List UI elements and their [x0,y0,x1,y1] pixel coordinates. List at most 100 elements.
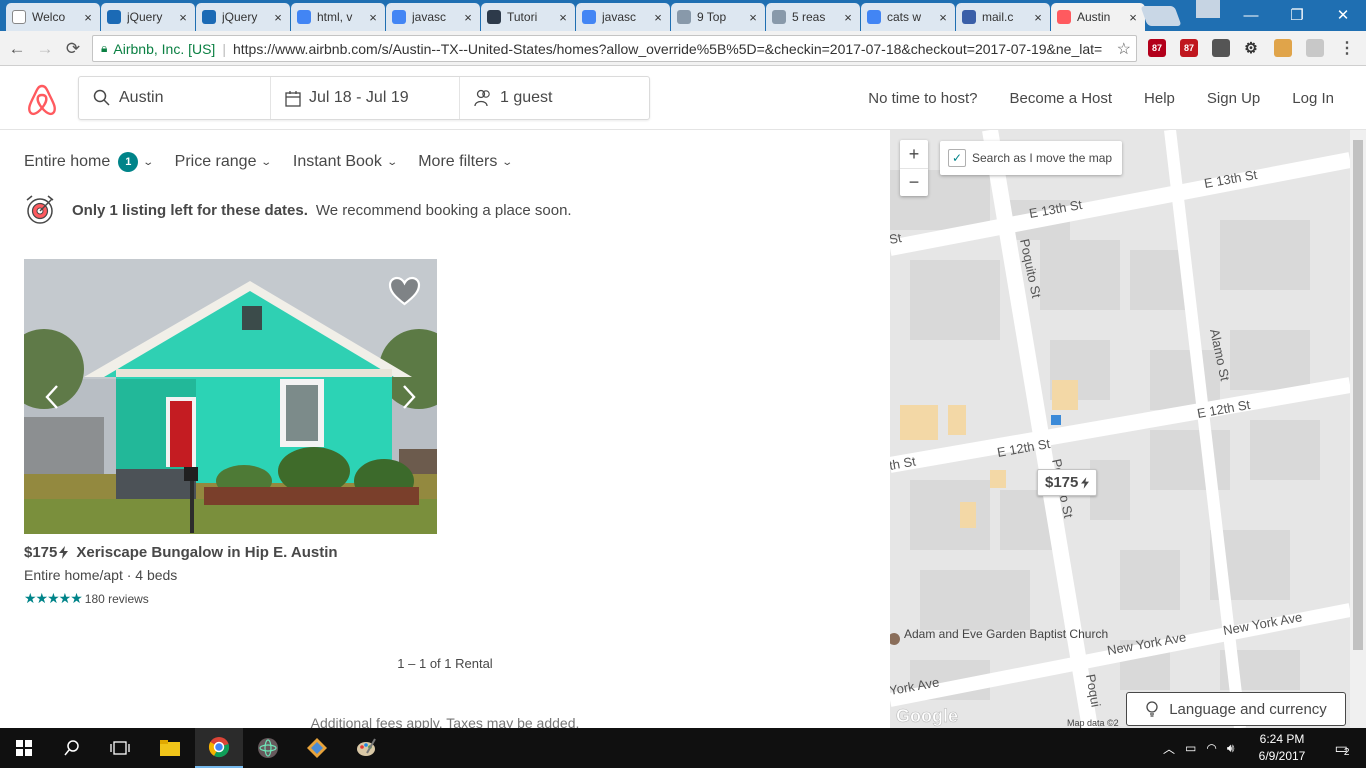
address-bar[interactable]: 🔒︎ Airbnb, Inc. [US] | https://www.airbn… [92,35,1137,62]
browser-tab[interactable]: mail.c × [956,3,1050,31]
system-clock[interactable]: 6:24 PM 6/9/2017 [1252,731,1312,765]
airbnb-logo-icon[interactable] [26,83,58,117]
listing-price: $175 [24,544,58,561]
entire-home-filter[interactable]: Entire home 1 ⌄ [24,152,154,172]
windows-start-icon[interactable] [0,728,48,768]
browser-tab[interactable]: javasc × [386,3,480,31]
maximize-button[interactable]: ❐ [1274,0,1320,30]
results-count: 1 – 1 of 1 Rental [397,656,493,671]
tab-title: cats w [887,10,922,24]
close-tab-icon[interactable]: × [1032,10,1044,25]
bookmark-star-icon[interactable]: ☆ [1117,39,1131,59]
close-tab-icon[interactable]: × [1127,10,1139,25]
close-tab-icon[interactable]: × [652,10,664,25]
close-window-button[interactable]: ✕ [1320,0,1366,30]
extension-icon[interactable]: 87 [1180,39,1198,57]
map-panel[interactable]: E 13th St E 13th St St Poquito St Alamo … [890,130,1350,728]
chevron-down-icon: ⌄ [260,156,273,168]
zoom-in-button[interactable]: + [900,140,928,168]
checkbox-checked-icon[interactable]: ✓ [948,149,966,167]
atom-editor-icon[interactable] [244,728,292,768]
bus-stop-icon [1051,415,1061,425]
show-hidden-icons-icon[interactable]: ︿ [1163,740,1175,757]
minimize-button[interactable]: — [1228,0,1274,30]
language-currency-button[interactable]: Language and currency [1126,692,1346,726]
url-text[interactable]: https://www.airbnb.com/s/Austin--TX--Uni… [233,41,1102,57]
page-scrollbar[interactable] [1350,130,1366,728]
new-tab-button[interactable] [1140,6,1182,26]
listing-card[interactable]: $175 Xeriscape Bungalow in Hip E. Austin… [24,259,437,607]
browser-tab[interactable]: html, v × [291,3,385,31]
chevron-left-icon[interactable] [44,384,60,410]
jquery-icon [202,10,216,24]
reload-button[interactable]: ⟳ [62,38,84,60]
heart-icon[interactable] [388,276,421,306]
become-a-host-link[interactable]: Become a Host [1010,90,1113,107]
close-tab-icon[interactable]: × [842,10,854,25]
forward-button[interactable]: → [34,38,56,60]
react-icon [487,10,501,24]
task-view-icon[interactable] [96,728,144,768]
close-tab-icon[interactable]: × [557,10,569,25]
more-filters-button[interactable]: More filters ⌄ [418,153,513,171]
link-icon [772,10,786,24]
browser-tab[interactable]: 5 reas × [766,3,860,31]
tool-extension-icon[interactable] [1274,39,1292,57]
adblock-extension-icon[interactable]: 87 [1148,39,1166,57]
close-tab-icon[interactable]: × [272,10,284,25]
paint-app-icon[interactable] [342,728,390,768]
close-tab-icon[interactable]: × [177,10,189,25]
feather-extension-icon[interactable] [1306,39,1324,57]
file-explorer-icon[interactable] [146,728,194,768]
close-tab-icon[interactable]: × [82,10,94,25]
chrome-menu-icon[interactable]: ⋮ [1338,39,1356,57]
help-link[interactable]: Help [1144,90,1175,107]
house-photo-image [24,259,437,534]
date-range-field[interactable]: Jul 18 - Jul 19 [270,77,459,119]
search-as-move-toggle[interactable]: ✓ Search as I move the map [940,141,1123,175]
browser-tab[interactable]: 9 Top × [671,3,765,31]
browser-tab[interactable]: Tutori × [481,3,575,31]
close-tab-icon[interactable]: × [462,10,474,25]
git-tool-icon[interactable] [293,728,341,768]
location-search-field[interactable]: Austin [79,77,270,119]
browser-tab[interactable]: cats w × [861,3,955,31]
entire-home-label: Entire home [24,153,111,170]
battery-icon[interactable]: ▭ [1185,741,1196,755]
pin-price: $175 [1045,474,1079,491]
back-button[interactable]: ← [6,38,28,60]
listing-photo[interactable] [24,259,437,534]
close-tab-icon[interactable]: × [367,10,379,25]
map-canvas[interactable]: E 13th St E 13th St St Poquito St Alamo … [890,130,1350,728]
chevron-right-icon[interactable] [401,384,417,410]
browser-tab[interactable]: Austin × [1051,3,1145,31]
google-icon [392,10,406,24]
notification-center-icon[interactable]: ▭ 2 [1318,728,1366,768]
profile-icon[interactable] [1196,0,1220,18]
map-price-pin[interactable]: $175 [1037,469,1098,496]
search-icon[interactable] [48,728,96,768]
browser-tab[interactable]: javasc × [576,3,670,31]
browser-tab[interactable]: Welco × [6,3,100,31]
sign-up-link[interactable]: Sign Up [1207,90,1260,107]
volume-icon[interactable]: 🔊︎ [1227,741,1235,756]
eyedropper-extension-icon[interactable] [1212,39,1230,57]
browser-tab[interactable]: jQuery × [101,3,195,31]
browser-tab[interactable]: jQuery × [196,3,290,31]
close-tab-icon[interactable]: × [747,10,759,25]
guests-field[interactable]: 1 guest [459,77,649,119]
log-in-link[interactable]: Log In [1292,90,1334,107]
chrome-taskbar-icon[interactable] [195,728,243,768]
no-time-to-host-link[interactable]: No time to host? [868,90,977,107]
tab-title: Austin [1077,10,1111,24]
windows-taskbar: ︿ ▭ ◠ 🔊︎ 6:24 PM 6/9/2017 ▭ 2 [0,728,1366,768]
listing-title[interactable]: $175 Xeriscape Bungalow in Hip E. Austin [24,544,437,561]
settings-extension-icon[interactable]: ⚙ [1242,39,1260,57]
wifi-icon[interactable]: ◠ [1206,741,1216,755]
pen-icon [677,10,691,24]
price-range-filter[interactable]: Price range ⌄ [175,153,273,171]
scrollbar-thumb[interactable] [1353,140,1363,650]
close-tab-icon[interactable]: × [937,10,949,25]
instant-book-filter[interactable]: Instant Book ⌄ [293,153,398,171]
zoom-out-button[interactable]: − [900,168,928,196]
